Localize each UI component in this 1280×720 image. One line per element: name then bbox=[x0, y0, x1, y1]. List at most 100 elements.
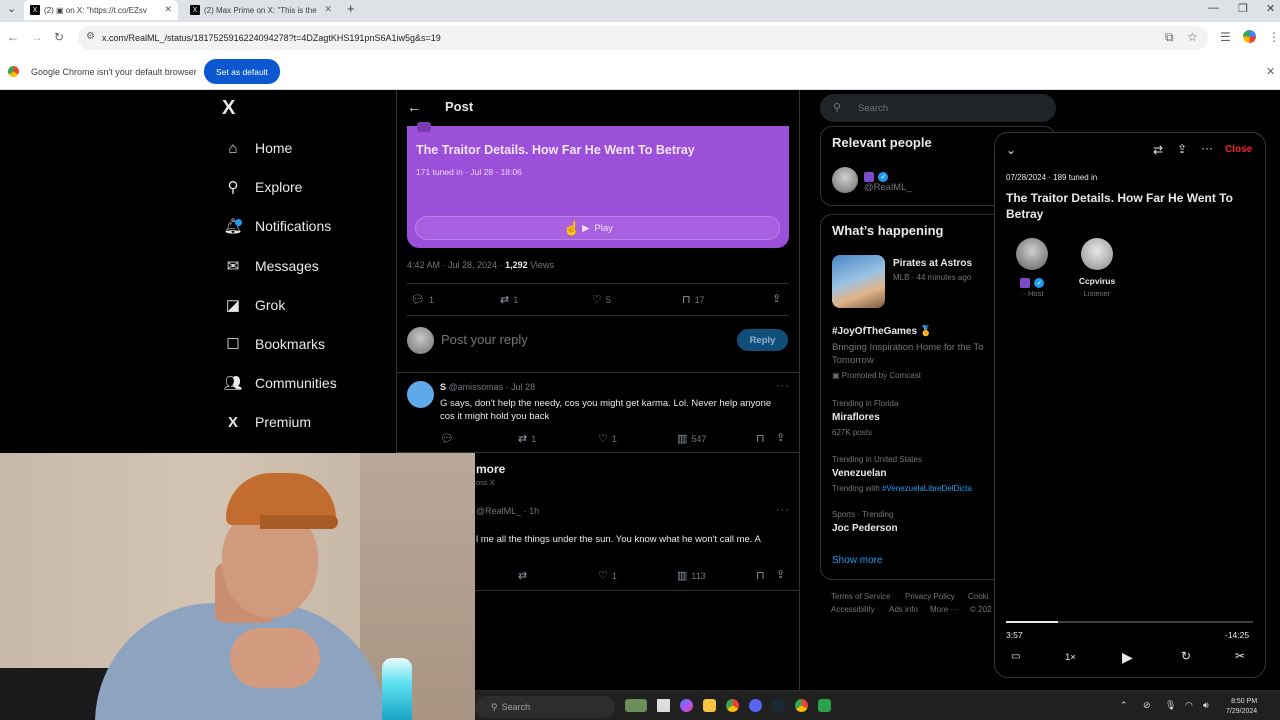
trend-thumbnail[interactable] bbox=[832, 255, 885, 308]
footer-terms[interactable]: Terms of Service bbox=[831, 592, 891, 601]
trend-title[interactable]: Pirates at Astros bbox=[893, 258, 972, 269]
taskbar-search[interactable]: ⚲ Search bbox=[475, 696, 615, 718]
trend-title[interactable]: #JoyOfTheGames 🏅 bbox=[832, 326, 932, 337]
close-space-button[interactable]: Close bbox=[1225, 144, 1252, 155]
more-options-icon[interactable]: ··· bbox=[776, 380, 790, 392]
bookmark-star-icon[interactable]: ☆ bbox=[1187, 30, 1198, 44]
app-icon[interactable] bbox=[818, 699, 831, 712]
skip-forward-icon[interactable]: ↻ bbox=[1181, 649, 1191, 663]
reply-action[interactable]: 💬︎ bbox=[440, 432, 458, 445]
tray-network-icon[interactable]: ⊘ bbox=[1143, 700, 1151, 711]
repost-action[interactable]: ⇄ 1 bbox=[500, 293, 518, 306]
microphone-icon[interactable]: 🎙︎ bbox=[1165, 700, 1176, 711]
trend-title[interactable]: Venezuelan bbox=[832, 468, 886, 479]
more-options-icon[interactable]: ··· bbox=[1201, 141, 1213, 155]
footer-privacy[interactable]: Privacy Policy bbox=[905, 592, 955, 601]
footer-ads-info[interactable]: Ads info bbox=[889, 605, 918, 614]
collapse-chevron-icon[interactable]: ⌄ bbox=[1006, 143, 1016, 157]
bookmark-action[interactable]: ⊓ bbox=[756, 432, 769, 445]
user-handle[interactable]: @RealML_ bbox=[864, 182, 912, 193]
site-info-icon[interactable]: ⚙ bbox=[86, 31, 95, 42]
new-tab-button[interactable]: + bbox=[347, 1, 355, 16]
share-action[interactable]: ⇪ bbox=[772, 292, 785, 305]
chrome-icon[interactable] bbox=[726, 699, 739, 712]
views-action[interactable]: ▥ 547 bbox=[677, 432, 706, 445]
minimize-icon[interactable]: — bbox=[1208, 2, 1219, 14]
trend-hashtag-link[interactable]: #VenezuelaLibreDelDicta bbox=[882, 484, 972, 493]
maximize-icon[interactable]: ❐ bbox=[1238, 2, 1248, 15]
profile-icon[interactable] bbox=[1243, 30, 1256, 43]
share-action[interactable]: ⇪ bbox=[776, 431, 789, 444]
share-action[interactable]: ⇪ bbox=[776, 568, 789, 581]
more-options-icon[interactable]: ··· bbox=[776, 504, 790, 516]
play-icon[interactable]: ▶ bbox=[1122, 649, 1133, 666]
reply-author-handle[interactable]: @RealML_ · 1h bbox=[476, 506, 539, 516]
avatar[interactable] bbox=[832, 167, 858, 193]
back-icon[interactable]: ← bbox=[7, 30, 19, 44]
discord-icon[interactable] bbox=[749, 699, 762, 712]
taskbar-clock[interactable]: 8:50 PM 7/29/2024 bbox=[1226, 697, 1257, 717]
listener-avatar[interactable] bbox=[1081, 238, 1113, 270]
browser-tab-active[interactable]: X (2) ▣ on X: "https://t.co/EZsv ✕ bbox=[24, 0, 178, 20]
volume-icon[interactable]: 🔊︎ bbox=[1203, 700, 1209, 711]
footer-more[interactable]: More ··· bbox=[930, 605, 958, 614]
nav-messages[interactable]: ✉ Messages bbox=[222, 254, 319, 278]
playback-progress[interactable] bbox=[1006, 621, 1253, 623]
playback-speed-button[interactable]: 1× bbox=[1065, 652, 1076, 663]
browser-tab[interactable]: X (2) Max Prime on X: "This is the ✕ bbox=[184, 0, 338, 20]
bookmark-action[interactable]: ⊓ 17 bbox=[682, 293, 705, 306]
host-avatar[interactable] bbox=[1016, 238, 1048, 270]
space-card[interactable]: The Traitor Details. How Far He Went To … bbox=[407, 122, 789, 248]
tab-close-icon[interactable]: ✕ bbox=[324, 4, 332, 15]
search-input[interactable]: ⚲ Search bbox=[820, 94, 1056, 122]
menu-kebab-icon[interactable]: ⋮ bbox=[1268, 30, 1280, 44]
like-action[interactable]: ♡ 1 bbox=[598, 569, 617, 582]
cast-icon[interactable]: ⧉ bbox=[1165, 30, 1174, 45]
nav-explore[interactable]: ⚲ Explore bbox=[222, 175, 303, 199]
trend-title[interactable]: Joc Pederson bbox=[832, 523, 898, 534]
nav-bookmarks[interactable]: ☐ Bookmarks bbox=[222, 332, 325, 356]
back-arrow-icon[interactable]: ← bbox=[407, 99, 421, 115]
trend-title[interactable]: Miraflores bbox=[832, 412, 880, 423]
file-explorer-icon[interactable] bbox=[703, 699, 716, 712]
footer-accessibility[interactable]: Accessibility bbox=[831, 605, 875, 614]
share-icon[interactable]: ⇪ bbox=[1177, 142, 1187, 156]
steam-icon[interactable] bbox=[772, 699, 785, 712]
views-action[interactable]: ▥ 113 bbox=[677, 569, 706, 582]
repost-icon[interactable]: ⇄ bbox=[1153, 143, 1163, 157]
like-action[interactable]: ♡ 5 bbox=[592, 293, 611, 306]
clip-scissors-icon[interactable]: ✂ bbox=[1235, 649, 1245, 663]
footer-cookies[interactable]: Cooki bbox=[968, 592, 988, 601]
wifi-icon[interactable]: ◠ bbox=[1185, 700, 1193, 711]
show-more-link[interactable]: Show more bbox=[832, 555, 883, 566]
repost-action[interactable]: ⇄ 1 bbox=[518, 432, 536, 445]
repost-action[interactable]: ⇄ bbox=[518, 569, 531, 582]
reply-button[interactable]: Reply bbox=[737, 329, 788, 351]
window-close-icon[interactable]: ✕ bbox=[1266, 2, 1275, 15]
copilot-icon[interactable] bbox=[680, 699, 693, 712]
tray-chevron-icon[interactable]: ⌃ bbox=[1120, 700, 1128, 711]
bookmark-action[interactable]: ⊓ bbox=[756, 569, 769, 582]
nav-home[interactable]: ⌂ Home bbox=[222, 136, 292, 160]
like-action[interactable]: ♡ 1 bbox=[598, 432, 617, 445]
avatar[interactable] bbox=[407, 381, 434, 408]
tab-close-icon[interactable]: ✕ bbox=[164, 4, 172, 15]
set-as-default-button[interactable]: Set as default bbox=[204, 59, 280, 84]
widget-icon[interactable] bbox=[625, 699, 647, 712]
chrome-icon-2[interactable] bbox=[795, 699, 808, 712]
forward-icon[interactable]: → bbox=[31, 30, 43, 44]
infobar-close-icon[interactable]: ✕ bbox=[1266, 65, 1275, 78]
reload-icon[interactable]: ↻ bbox=[54, 30, 64, 44]
captions-icon[interactable]: ▭ bbox=[1011, 651, 1020, 662]
tab-search-icon[interactable]: ☰ bbox=[1220, 30, 1231, 44]
nav-grok[interactable]: ◪ Grok bbox=[222, 293, 285, 317]
nav-premium[interactable]: X Premium bbox=[222, 410, 311, 434]
task-view-icon[interactable] bbox=[657, 699, 670, 712]
x-logo[interactable]: X bbox=[222, 97, 235, 120]
play-recording-button[interactable]: ▶ Play bbox=[415, 216, 780, 240]
reply-author[interactable]: S @amissomas · Jul 28 bbox=[440, 382, 535, 392]
address-bar[interactable]: ⚙ x.com/RealML_/status/18175259162240942… bbox=[78, 26, 1208, 50]
tab-search-icon[interactable]: ⌄ bbox=[7, 2, 16, 15]
nav-communities[interactable]: 👥︎ Communities bbox=[222, 371, 336, 395]
reply-input[interactable]: Post your reply bbox=[441, 332, 528, 347]
